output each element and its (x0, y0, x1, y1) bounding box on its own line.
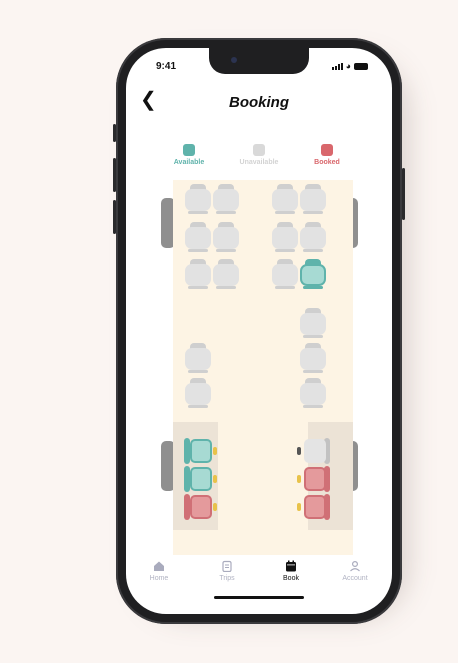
clipboard-icon (202, 560, 252, 572)
tab-bar: Home Trips Book Account (126, 560, 392, 590)
tab-trips[interactable]: Trips (202, 560, 252, 582)
unavailable-swatch (253, 144, 265, 156)
legend-available: Available (159, 144, 219, 166)
wifi-icon: ◕ (345, 61, 351, 71)
seat-unavailable[interactable] (272, 259, 298, 291)
seat-unavailable[interactable] (300, 184, 326, 216)
seat-unavailable[interactable] (300, 308, 326, 340)
legend-label: Available (173, 159, 205, 166)
user-icon (330, 560, 380, 572)
tab-book[interactable]: Book (266, 560, 316, 582)
tab-home[interactable]: Home (134, 560, 184, 582)
power-button (402, 168, 405, 220)
booked-swatch (321, 144, 333, 156)
home-icon (134, 560, 184, 572)
tab-label: Book (283, 575, 299, 582)
sleeper-available[interactable] (184, 466, 217, 492)
seat-unavailable[interactable] (213, 259, 239, 291)
sleeper-booked[interactable] (184, 494, 217, 520)
tab-label: Trips (219, 575, 235, 582)
sleeper-booked[interactable] (297, 466, 330, 492)
seat-unavailable[interactable] (213, 184, 239, 216)
camera-icon (231, 57, 237, 63)
seat-unavailable[interactable] (300, 343, 326, 375)
battery-icon (354, 63, 368, 70)
home-indicator (214, 596, 304, 599)
status-icons: ◕ (331, 61, 368, 71)
legend-label: Unavailable (239, 159, 279, 166)
available-swatch (183, 144, 195, 156)
volume-up-button (113, 158, 116, 192)
signal-icon (331, 63, 343, 70)
legend-label: Booked (314, 159, 340, 166)
sleeper-available[interactable] (184, 438, 217, 464)
seat-unavailable[interactable] (185, 222, 211, 254)
calendar-icon (266, 560, 316, 572)
seat-unavailable[interactable] (185, 378, 211, 410)
status-time: 9:41 (156, 61, 177, 72)
seat-unavailable[interactable] (185, 343, 211, 375)
seat-unavailable[interactable] (300, 378, 326, 410)
mute-switch (113, 124, 116, 142)
sleeper-booked[interactable] (297, 494, 330, 520)
seat-unavailable[interactable] (185, 259, 211, 291)
screen: 9:41 ◕ ❮ Booking Available Unavailable B… (126, 48, 392, 614)
seat-available[interactable] (300, 259, 326, 291)
seat-unavailable[interactable] (213, 222, 239, 254)
seat-unavailable[interactable] (300, 222, 326, 254)
sleeper-unavailable[interactable] (297, 438, 330, 464)
tab-account[interactable]: Account (330, 560, 380, 582)
volume-down-button (113, 200, 116, 234)
seat-unavailable[interactable] (272, 184, 298, 216)
seat-unavailable[interactable] (185, 184, 211, 216)
legend-booked: Booked (297, 144, 357, 166)
notch (209, 48, 309, 74)
tab-label: Home (149, 575, 169, 582)
legend-unavailable: Unavailable (229, 144, 289, 166)
phone-frame: 9:41 ◕ ❮ Booking Available Unavailable B… (113, 38, 405, 624)
page-title: Booking (229, 94, 289, 111)
seat-unavailable[interactable] (272, 222, 298, 254)
tab-label: Account (342, 575, 368, 582)
